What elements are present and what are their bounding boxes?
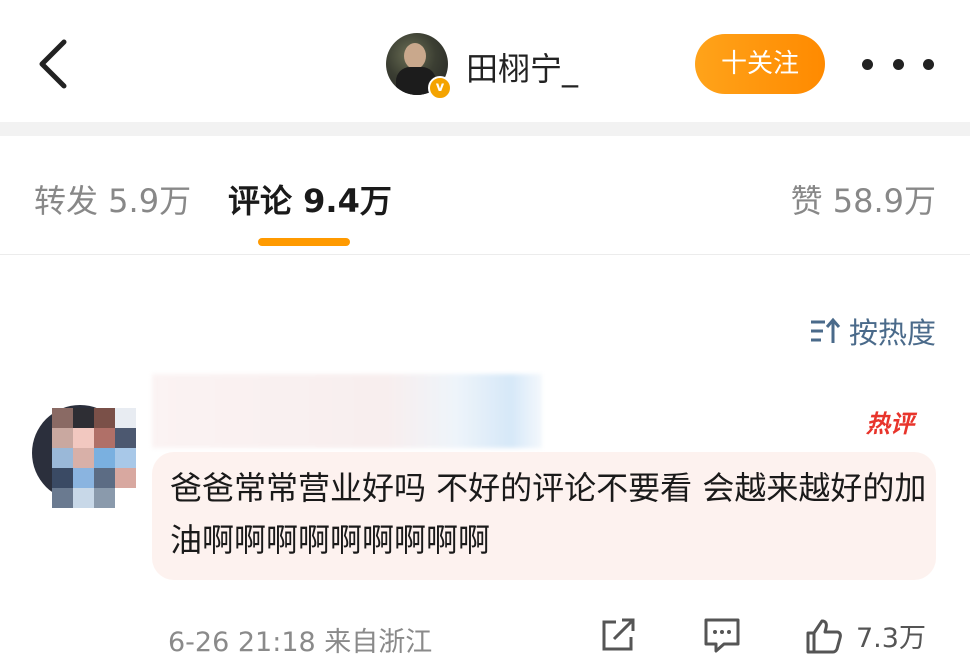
sort-by-hot-button[interactable]: 按热度 [809, 310, 936, 352]
like-count: 7.3万 [856, 623, 926, 654]
top-bar: v 田栩宁_ 十关注 [0, 0, 970, 122]
reply-button[interactable] [702, 616, 742, 658]
back-button[interactable] [34, 36, 74, 92]
author-username[interactable]: 田栩宁_ [466, 44, 578, 90]
comment-text: 爸爸常常营业好吗 不好的评论不要看 会越来越好的加油啊啊啊啊啊啊啊啊啊 [170, 469, 927, 559]
verified-badge: v [428, 76, 452, 100]
share-button[interactable] [598, 616, 638, 658]
comment-meta: 6-26 21:18 来自浙江 [168, 627, 433, 658]
commenter-avatar-mosaic [52, 408, 136, 508]
commenter-name-blurred [152, 374, 542, 448]
post-tabs: 转发 5.9万 评论 9.4万 赞 58.9万 [0, 136, 970, 255]
tab-like[interactable]: 赞 58.9万 [791, 176, 936, 222]
tab-repost[interactable]: 转发 5.9万 [34, 176, 191, 222]
like-button[interactable]: 7.3万 [804, 616, 926, 655]
back-arrow-icon [39, 39, 67, 89]
more-button[interactable] [862, 54, 934, 74]
tab-comment[interactable]: 评论 9.4万 [228, 176, 392, 222]
comment-icon [704, 618, 740, 653]
like-icon [806, 619, 842, 653]
more-dots-icon [862, 58, 873, 70]
hot-comment-badge: 热评 [866, 410, 914, 438]
sort-icon [810, 317, 841, 343]
section-divider [0, 122, 970, 136]
follow-button[interactable]: 十关注 [695, 34, 825, 94]
share-icon [602, 618, 635, 651]
sort-label: 按热度 [848, 316, 936, 350]
active-tab-indicator [258, 238, 350, 246]
